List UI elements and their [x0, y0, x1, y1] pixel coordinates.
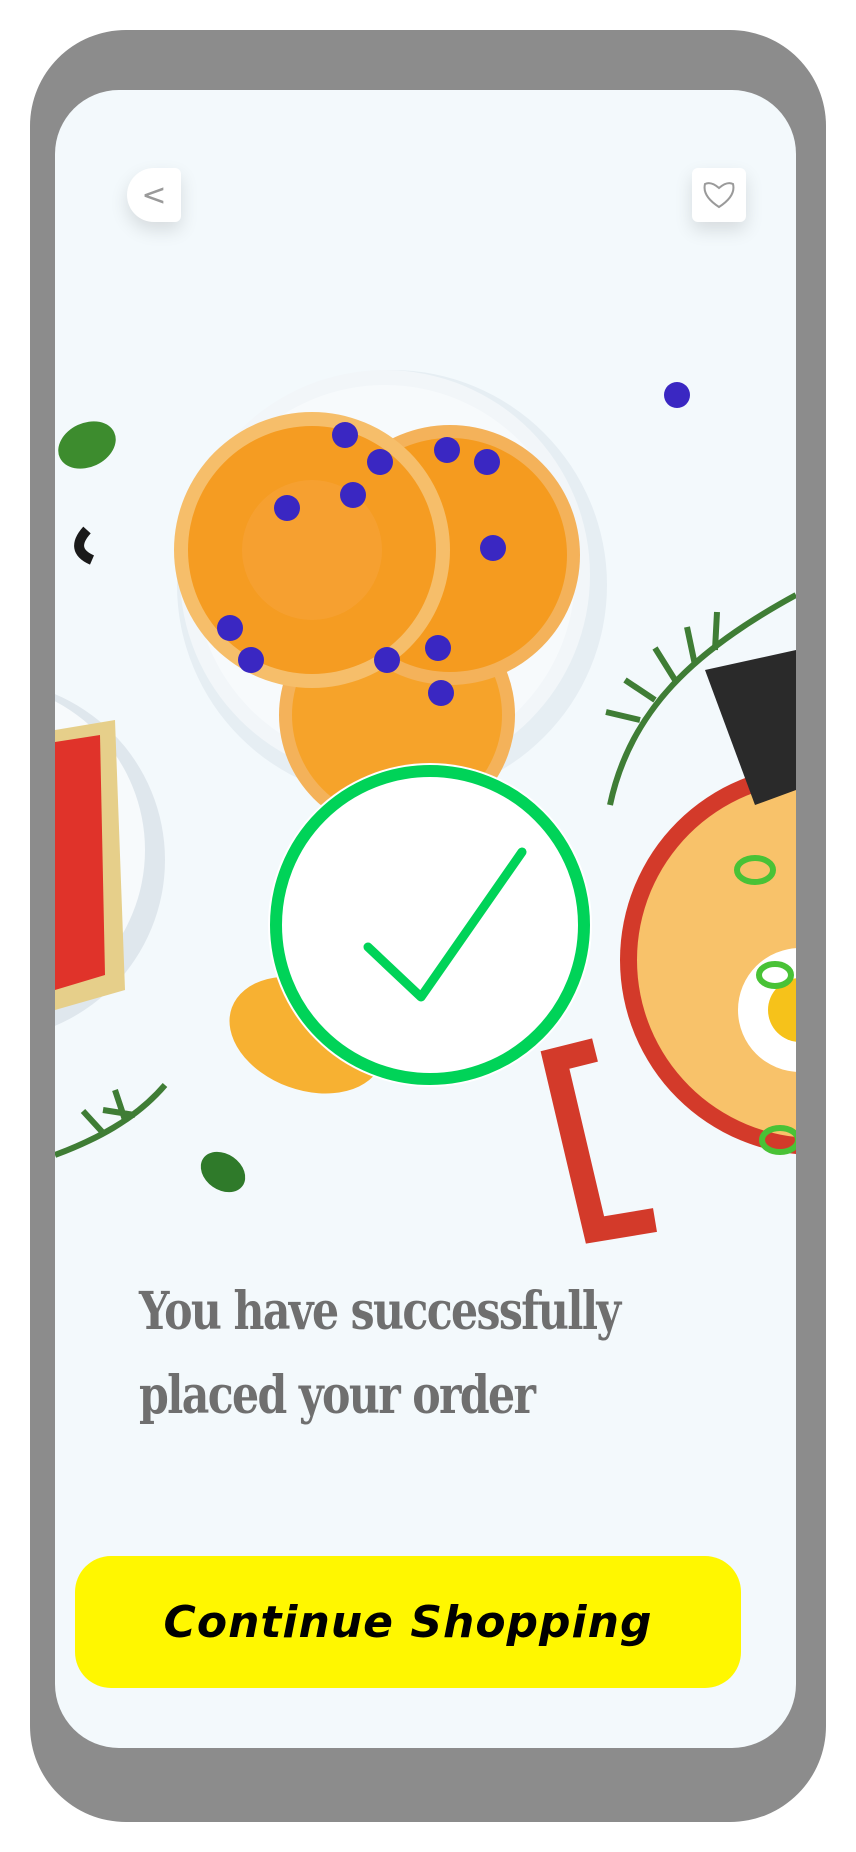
pizza-sauce [55, 735, 105, 990]
olive [74, 526, 95, 565]
heart-outline-icon [703, 182, 735, 209]
seaweed [705, 650, 796, 805]
rosemary-left [55, 1083, 168, 1158]
continue-shopping-label: Continue Shopping [163, 1596, 653, 1648]
pot-handle [540, 1038, 657, 1244]
success-message: You have successfully placed your order [139, 1281, 621, 1426]
food-illustration [55, 370, 796, 1244]
leaf [58, 421, 116, 469]
order-success-screen: < You have successfully placed your orde… [55, 90, 796, 1748]
leaf [200, 1151, 246, 1193]
back-button[interactable]: < [127, 168, 181, 222]
chevron-left-icon: < [141, 177, 167, 213]
continue-shopping-button[interactable]: Continue Shopping [75, 1556, 741, 1688]
favorite-button[interactable] [692, 168, 746, 222]
check-circle-bg [268, 763, 592, 1087]
